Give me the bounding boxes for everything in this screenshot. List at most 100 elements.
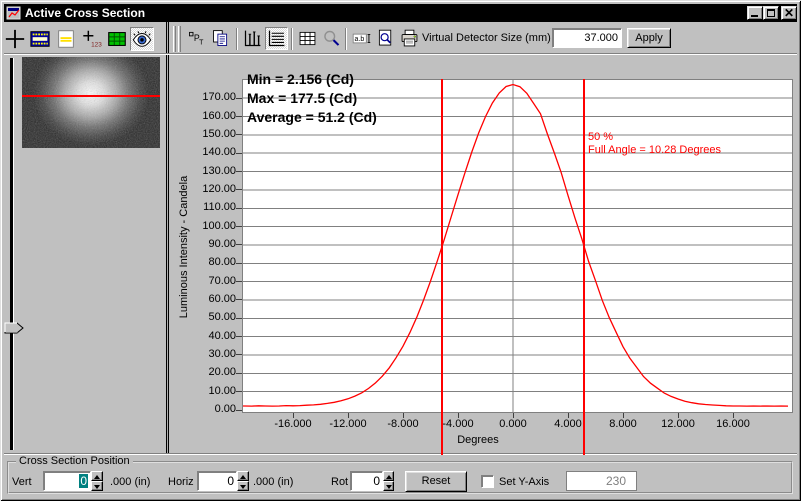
y-tickmark xyxy=(236,171,242,173)
y-tickmark xyxy=(236,372,242,374)
annotation-min: Min = 2.156 (Cd) xyxy=(247,71,354,87)
detector-size-input[interactable] xyxy=(552,28,622,48)
up-arrow-icon xyxy=(94,475,100,479)
annotation-average: Average = 51.2 (Cd) xyxy=(247,109,377,125)
close-button[interactable]: ✕ xyxy=(781,6,797,20)
marker-label-percent: 50 % xyxy=(588,131,614,143)
vert-spinner-field[interactable]: 0 xyxy=(43,471,91,491)
table-view-button[interactable] xyxy=(296,27,319,50)
maximize-button[interactable] xyxy=(763,6,779,20)
image-noise-texture xyxy=(22,57,160,148)
green-grid-icon xyxy=(108,32,126,46)
y-tickmark xyxy=(236,116,242,118)
eye-icon xyxy=(132,31,152,47)
row-chart-view-button[interactable] xyxy=(265,27,288,50)
table-grid-icon xyxy=(299,31,316,46)
half-max-marker-line xyxy=(441,79,444,455)
bar-chart-view-button[interactable] xyxy=(241,27,264,50)
vert-spin-down-button[interactable] xyxy=(91,481,103,491)
groupbox-label: Cross Section Position xyxy=(16,455,133,467)
print-preview-icon xyxy=(378,29,392,46)
y-tick-label: 150.00 xyxy=(202,127,236,140)
y-axis-max-field: 230 xyxy=(566,471,637,491)
y-tickmark xyxy=(236,134,242,136)
label-tool-button[interactable]: a.b xyxy=(350,27,373,50)
y-tickmark xyxy=(236,262,242,264)
pt-icon: P T xyxy=(189,31,204,47)
toolbar-grip[interactable] xyxy=(178,26,181,52)
y-tick-label: 110.00 xyxy=(203,201,236,214)
down-arrow-icon xyxy=(386,485,392,489)
y-tick-label: 160.00 xyxy=(202,109,236,122)
titlebar[interactable]: Active Cross Section ✕ xyxy=(4,4,797,22)
minimize-button[interactable] xyxy=(747,6,763,20)
y-tickmark xyxy=(236,226,242,228)
crosshair-values-icon: 123 xyxy=(83,30,102,48)
y-tick-label: 80.00 xyxy=(208,256,236,269)
rot-spinner-buttons xyxy=(383,471,394,491)
rot-label: Rot xyxy=(331,476,349,488)
y-tick-label: 40.00 xyxy=(208,329,236,342)
x-tick-label: 16.000 xyxy=(716,418,750,430)
y-tick-label: 20.00 xyxy=(208,366,236,379)
panel-divider xyxy=(166,22,169,453)
crosshair-values-tool-button[interactable]: 123 xyxy=(80,27,104,51)
y-tick-label: 90.00 xyxy=(208,237,236,250)
apply-button[interactable]: Apply xyxy=(627,28,671,48)
pt-tool-button[interactable]: P T xyxy=(185,27,208,50)
y-tickmark xyxy=(236,152,242,154)
toolbar-bottom-edge xyxy=(4,53,797,55)
y-tickmark xyxy=(236,317,242,319)
y-tickmark xyxy=(236,244,242,246)
copy-icon xyxy=(213,30,228,46)
marker-label-full-angle: Full Angle = 10.28 Degrees xyxy=(588,144,722,156)
rot-spin-up-button[interactable] xyxy=(383,471,394,481)
cross-section-slider-track[interactable] xyxy=(10,58,13,450)
slider-thumb-icon xyxy=(4,322,24,334)
vert-spinner-value: 0 xyxy=(79,474,88,488)
detector-strip-tool-button[interactable] xyxy=(28,27,52,51)
rot-spin-down-button[interactable] xyxy=(383,481,394,491)
horiz-spin-up-button[interactable] xyxy=(237,471,249,481)
window-title: Active Cross Section xyxy=(25,6,146,20)
beam-image-thumbnail[interactable] xyxy=(22,57,160,148)
reset-button[interactable]: Reset xyxy=(405,471,467,492)
magnifier-icon xyxy=(324,30,340,46)
horiz-unit-label: .000 (in) xyxy=(253,476,294,488)
horiz-spin-down-button[interactable] xyxy=(237,481,249,491)
slide-tool-button[interactable] xyxy=(54,27,78,51)
zoom-tool-button[interactable] xyxy=(320,27,343,50)
toolbar-separator xyxy=(345,28,347,50)
half-max-marker-line xyxy=(582,79,585,455)
bar-chart-icon xyxy=(244,30,261,47)
y-tickmark xyxy=(236,391,242,393)
print-preview-button[interactable] xyxy=(374,27,397,50)
svg-text:123: 123 xyxy=(91,41,102,48)
y-tick-label: 120.00 xyxy=(202,182,236,195)
cross-section-slider-thumb[interactable] xyxy=(4,321,24,334)
y-tick-label: 0.00 xyxy=(214,403,236,415)
y-tickmark xyxy=(236,97,242,99)
print-button[interactable] xyxy=(398,27,421,50)
eye-view-tool-button[interactable] xyxy=(130,27,154,51)
svg-text:T: T xyxy=(199,40,204,47)
vert-label: Vert xyxy=(12,476,32,488)
set-y-axis-checkbox[interactable] xyxy=(481,475,494,488)
app-icon xyxy=(6,6,22,20)
y-tickmark xyxy=(236,299,242,301)
down-arrow-icon xyxy=(240,485,246,489)
toolbar-grip[interactable] xyxy=(173,26,176,52)
crosshair-tool-button[interactable] xyxy=(3,27,27,51)
horiz-spinner-field[interactable]: 0 xyxy=(197,471,237,491)
y-tick-label: 60.00 xyxy=(208,292,236,305)
horiz-spinner-value: 0 xyxy=(227,474,234,488)
minimize-icon xyxy=(751,15,758,17)
annotation-max: Max = 177.5 (Cd) xyxy=(247,90,358,106)
copy-button[interactable] xyxy=(209,27,232,50)
green-grid-tool-button[interactable] xyxy=(105,27,129,51)
up-arrow-icon xyxy=(386,475,392,479)
cross-section-line[interactable] xyxy=(22,95,160,97)
vert-spin-up-button[interactable] xyxy=(91,471,103,481)
rot-spinner-field[interactable]: 0 xyxy=(350,471,383,491)
y-tick-label: 100.00 xyxy=(202,219,236,232)
